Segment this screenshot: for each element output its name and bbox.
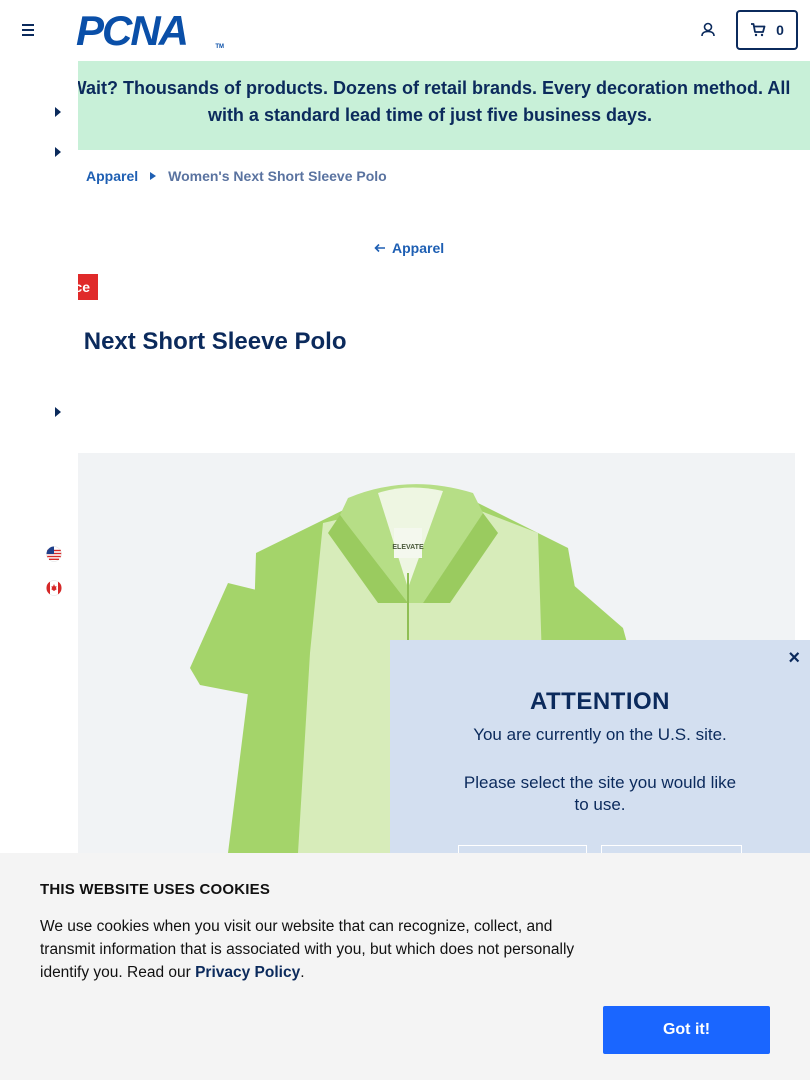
left-rail [0, 61, 78, 853]
breadcrumb-apparel[interactable]: Apparel [86, 168, 138, 184]
account-button[interactable] [698, 20, 718, 40]
cart-icon [751, 23, 766, 37]
cookie-banner: THIS WEBSITE USES COOKIES We use cookies… [0, 853, 810, 1080]
us-flag-icon[interactable] [46, 546, 62, 562]
menu-button[interactable] [18, 20, 40, 40]
cookie-body-end: . [300, 964, 305, 981]
site-selector-modal: × ATTENTION You are currently on the U.S… [390, 640, 810, 881]
cookie-body-text: We use cookies when you visit our websit… [40, 918, 575, 981]
accept-cookies-button[interactable]: Got it! [603, 1006, 770, 1054]
breadcrumb-current: Women's Next Short Sleeve Polo [168, 168, 387, 184]
back-link-label: Apparel [392, 240, 445, 256]
user-icon [701, 22, 715, 37]
breadcrumb: Apparel Women's Next Short Sleeve Polo [86, 168, 387, 184]
modal-title: ATTENTION [529, 688, 671, 715]
pcna-logo[interactable]: PCNA TM [76, 10, 224, 52]
logo-text: PCNA [76, 7, 189, 54]
menu-icon-line [22, 34, 34, 36]
arrow-left-icon [374, 243, 385, 253]
chevron-right-icon [150, 172, 157, 180]
modal-prompt: Please select the site you would like to… [463, 773, 737, 814]
menu-icon-line [22, 24, 34, 26]
site-header: PCNA TM 0 [0, 0, 810, 61]
caret-right-icon[interactable] [54, 407, 62, 417]
modal-close-button[interactable]: × [788, 648, 800, 668]
logo-trademark: TM [215, 44, 224, 50]
cart-count: 0 [776, 22, 784, 38]
privacy-policy-link[interactable]: Privacy Policy [195, 964, 300, 981]
caret-right-icon[interactable] [54, 107, 62, 117]
back-to-apparel-link[interactable]: Apparel [374, 240, 444, 256]
canada-flag-icon[interactable] [46, 580, 62, 596]
promo-banner: Wait? Thousands of products. Dozens of r… [0, 61, 810, 150]
modal-message: You are currently on the U.S. site. [473, 725, 727, 744]
brand-tag-text: ELEVATE [392, 544, 424, 551]
promo-text: Wait? Thousands of products. Dozens of r… [69, 78, 791, 125]
page: Wait? Thousands of products. Dozens of r… [0, 0, 810, 1080]
cookie-title: THIS WEBSITE USES COOKIES [40, 881, 271, 898]
menu-icon-line [22, 29, 34, 31]
cart-button[interactable]: 0 [736, 10, 798, 50]
cookie-body: We use cookies when you visit our websit… [40, 915, 600, 984]
caret-right-icon[interactable] [54, 147, 62, 157]
